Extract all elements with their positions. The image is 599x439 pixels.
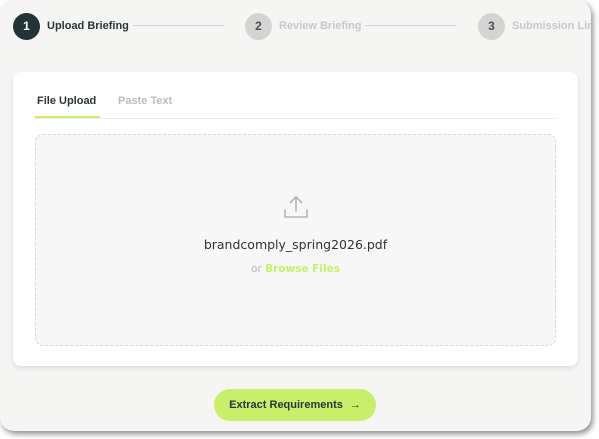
upload-icon <box>284 196 308 218</box>
arrow-right-icon: → <box>349 399 361 411</box>
browse-files-line: or Browse Files <box>36 263 555 275</box>
app-window: 1 Upload Briefing 2 Review Briefing 3 Su… <box>0 0 591 431</box>
step-connector-1 <box>133 25 224 26</box>
step-label-review-briefing: Review Briefing <box>279 20 362 32</box>
step-review-briefing: 2 Review Briefing <box>245 12 362 40</box>
step-submission-link: 3 Submission Link <box>478 12 591 40</box>
browse-files-link[interactable]: Browse Files <box>265 263 340 275</box>
step-label-upload-briefing: Upload Briefing <box>47 20 129 32</box>
extract-requirements-button[interactable]: Extract Requirements → <box>214 389 376 421</box>
step-label-submission-link: Submission Link <box>512 20 591 32</box>
file-dropzone[interactable]: brandcomply_spring2026.pdf or Browse Fil… <box>35 134 556 346</box>
selected-file-name: brandcomply_spring2026.pdf <box>203 237 388 252</box>
progress-stepper: 1 Upload Briefing 2 Review Briefing 3 Su… <box>13 12 591 40</box>
step-connector-2 <box>365 25 456 26</box>
step-upload-briefing: 1 Upload Briefing <box>13 12 129 40</box>
step-number-1: 1 <box>13 12 40 40</box>
tab-paste-text[interactable]: Paste Text <box>118 92 172 117</box>
tab-file-upload[interactable]: File Upload <box>35 92 101 118</box>
input-mode-tabs: File Upload Paste Text <box>35 92 556 119</box>
browse-or-text: or <box>251 263 262 275</box>
upload-card: File Upload Paste Text brandcomply_sprin… <box>13 72 578 366</box>
step-number-2: 2 <box>245 12 272 40</box>
extract-requirements-label: Extract Requirements <box>229 399 343 411</box>
step-number-3: 3 <box>478 12 505 40</box>
